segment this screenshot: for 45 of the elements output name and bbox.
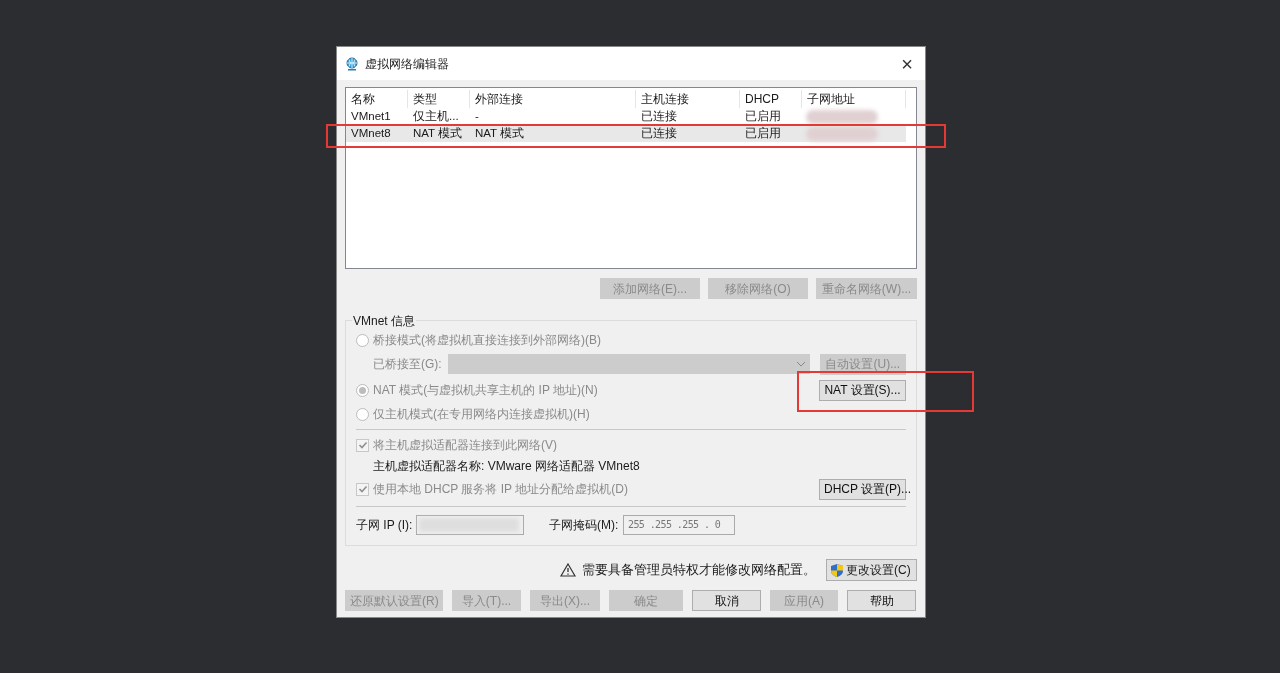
table-cell-text: 仅主机... [412,109,460,124]
table-row[interactable]: VMnet1 仅主机... - 已连接 已启用 [346,108,906,125]
table-cell-text: - [474,109,480,124]
table-cell-text: 已连接 [640,109,678,124]
checkbox-label: 将主机虚拟适配器连接到此网络(V) [373,437,557,454]
checkmark-icon [357,484,368,494]
radio-label: 桥接模式(将虚拟机直接连接到外部网络)(B) [373,332,601,349]
dialog-button[interactable]: 帮助 [847,590,916,611]
chevron-icon [795,361,806,367]
field-label: 子网掩码(M): [549,517,620,534]
blurred-address [806,109,878,124]
dropdown[interactable] [448,354,810,374]
shield-icon [830,562,844,578]
window-title: 虚拟网络编辑器 [365,55,450,73]
adapter-name: 主机虚拟适配器名称: VMware 网络适配器 VMnet8 [372,458,641,475]
column-header[interactable]: 外部连接 [470,90,636,108]
table-cell-text: VMnet8 [350,126,392,141]
column-header[interactable]: 主机连接 [636,90,740,108]
table-cell-text: 已启用 [744,126,782,141]
column-header[interactable]: 名称 [346,90,408,108]
dialog-button[interactable]: NAT 设置(S)... [819,379,906,401]
change-settings-button[interactable]: 更改设置(C) [826,559,917,581]
checkmark-icon [357,440,368,450]
input-field[interactable] [416,515,524,535]
column-header[interactable]: 子网地址 [802,90,906,108]
field-label: 子网 IP (I): [356,517,414,534]
radio-label: NAT 模式(与虚拟机共享主机的 IP 地址)(N) [373,382,598,399]
blurred-address [806,126,878,141]
admin-notice: 需要具备管理员特权才能修改网络配置。 [582,561,816,579]
table-cell-text: NAT 模式 [412,126,464,141]
input-field[interactable]: 255 .255 .255 . 0 [623,515,735,535]
dialog-button[interactable]: 取消 [692,590,761,611]
table-cell-text: 已启用 [744,109,782,124]
checkbox-label: 使用本地 DHCP 服务将 IP 地址分配给虚拟机(D) [373,481,628,498]
table-cell-text: NAT 模式 [474,126,526,141]
warning-icon [560,563,576,577]
column-header[interactable]: 类型 [408,90,470,108]
group-title: VMnet 信息 [352,312,416,330]
table-cell-text: VMnet1 [350,109,392,124]
globe-icon [345,56,359,71]
field-label: 已桥接至(G): [373,356,443,373]
close-button[interactable]: × [897,53,917,74]
radio-label: 仅主机模式(在专用网络内连接虚拟机)(H) [373,406,590,423]
table-cell-text: 已连接 [640,126,678,141]
column-header[interactable]: DHCP [740,90,802,108]
